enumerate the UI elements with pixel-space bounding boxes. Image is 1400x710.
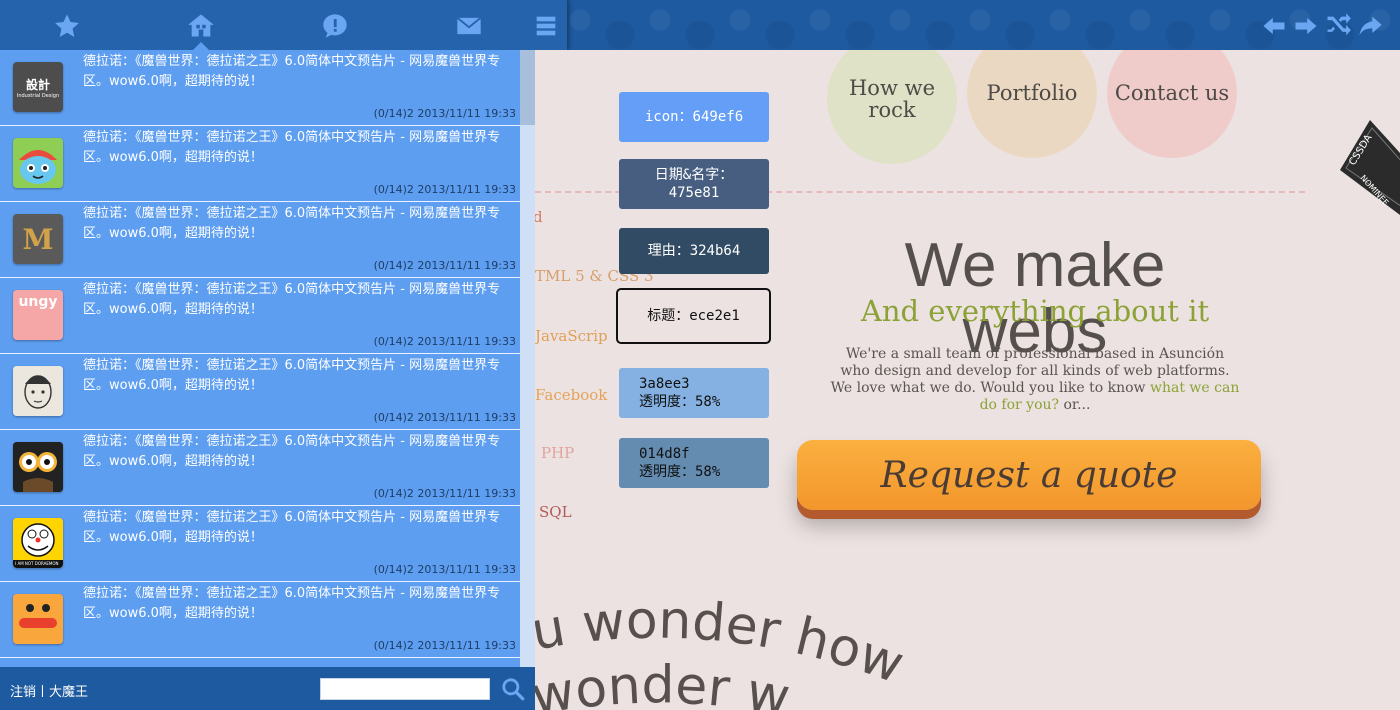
swatch-overlay-dark: 014d8f 透明度：58% [619,438,769,488]
swatch-title-color: 标题：ece2e1 [616,288,771,344]
message-list: 設計 Industrial Design 德拉诺：《魔兽世界：德拉诺之王》6.0… [0,50,520,658]
avatar-logo-letter: M [22,222,54,256]
avatar-logo-subtext: Industrial Design [16,92,60,99]
swatch-label: icon：649ef6 [644,109,744,125]
logout-user-label[interactable]: 注销丨大魔王 [10,681,88,700]
shuffle-icon[interactable] [1324,12,1352,40]
active-tab-pointer [193,42,209,50]
list-item-meta: (0/14)2 2013/11/11 19:33 [373,487,516,500]
message-list-panel: 設計 Industrial Design 德拉诺：《魔兽世界：德拉诺之王》6.0… [0,50,535,667]
alert-icon[interactable] [318,9,352,43]
swatch-label: 014d8f [639,446,690,462]
svg-text:wonder w: wonder w [535,656,794,710]
swatch-label: 标题：ece2e1 [647,308,740,324]
swatch-label: 理由：324b64 [647,243,741,259]
description-text-end: or... [1059,397,1091,413]
list-item-meta: (0/14)2 2013/11/11 19:33 [373,335,516,348]
skill-item: d [535,208,543,226]
list-item[interactable]: 設計 Industrial Design 德拉诺：《魔兽世界：德拉诺之王》6.0… [0,50,520,126]
list-item-text: 德拉诺：《魔兽世界：德拉诺之王》6.0简体中文预告片 - 网易魔兽世界专区。wo… [83,54,501,89]
mail-icon[interactable] [452,9,486,43]
list-item-meta: (0/14)2 2013/11/11 19:33 [373,563,516,576]
nav-label: How we rock [848,76,935,122]
nav-how-we-rock[interactable]: How we rock [827,50,957,164]
list-item[interactable]: 德拉诺：《魔兽世界：德拉诺之王》6.0简体中文预告片 - 网易魔兽世界专区。wo… [0,582,520,658]
nav-label: Contact us [1114,81,1230,105]
m-logo-avatar: M [13,214,63,264]
request-quote-button[interactable]: Request a quote [797,440,1261,510]
avatar-logo-text: ungy [18,294,58,310]
sketch-avatar [13,366,63,416]
swatch-overlay-light: 3a8ee3 透明度：58% [619,368,769,418]
menu-icon[interactable] [531,9,561,43]
home-icon[interactable] [184,9,218,43]
scrollbar-thumb[interactable] [520,50,535,125]
arrow-right-icon[interactable] [1292,12,1320,40]
list-item[interactable]: I AM NOT DORAEMON 德拉诺：《魔兽世界：德拉诺之王》6.0简体中… [0,506,520,582]
glasses-avatar [13,442,63,492]
curved-heading: u wonder how wonder w [535,590,911,710]
swatch-value: 透明度：58% [639,464,721,480]
skill-item: SQL [539,503,572,521]
list-item-text: 德拉诺：《魔兽世界：德拉诺之王》6.0简体中文预告片 - 网易魔兽世界专区。wo… [83,510,501,545]
list-item-text: 德拉诺：《魔兽世界：德拉诺之王》6.0简体中文预告片 - 网易魔兽世界专区。wo… [83,586,501,621]
swatch-label: 3a8ee3 [639,376,690,392]
list-item[interactable]: 德拉诺：《魔兽世界：德拉诺之王》6.0简体中文预告片 - 网易魔兽世界专区。wo… [0,126,520,202]
list-item-text: 德拉诺：《魔兽世界：德拉诺之王》6.0简体中文预告片 - 网易魔兽世界专区。wo… [83,434,501,469]
skill-item: PHP [541,444,575,462]
top-bar [0,0,1400,50]
list-item[interactable]: M 德拉诺：《魔兽世界：德拉诺之王》6.0简体中文预告片 - 网易魔兽世界专区。… [0,202,520,278]
swatch-icon-color: icon：649ef6 [619,92,769,142]
swatch-label: 日期&名字： [654,167,734,183]
search-input[interactable] [320,678,490,700]
page-tools [1256,12,1384,40]
pink-logo-avatar: ungy [13,290,63,340]
avatar-logo-text: I AM NOT DORAEMON [15,561,59,566]
list-item-meta: (0/14)2 2013/11/11 19:33 [373,107,516,120]
skill-item: Facebook [535,386,608,404]
list-item-meta: (0/14)2 2013/11/11 19:33 [373,639,516,652]
arrow-left-icon[interactable] [1260,12,1288,40]
list-item-meta: (0/14)2 2013/11/11 19:33 [373,183,516,196]
avatar-logo-text: 設計 [25,77,50,92]
hero-subtitle: And everything about it [860,294,1210,328]
nav-contact-us[interactable]: Contact us [1107,50,1237,158]
hero-description: We're a small team of professional based… [830,346,1240,414]
swatch-value: 475e81 [668,185,720,201]
list-item-meta: (0/14)2 2013/11/11 19:33 [373,411,516,424]
list-item-text: 德拉诺：《魔兽世界：德拉诺之王》6.0简体中文预告片 - 网易魔兽世界专区。wo… [83,358,501,393]
orange-face-avatar [13,594,63,644]
list-item-text: 德拉诺：《魔兽世界：德拉诺之王》6.0简体中文预告片 - 网易魔兽世界专区。wo… [83,206,501,241]
list-item-text: 德拉诺：《魔兽世界：德拉诺之王》6.0简体中文预告片 - 网易魔兽世界专区。wo… [83,282,501,317]
swatch-reason-color: 理由：324b64 [619,228,769,274]
swatch-date-name-color: 日期&名字： 475e81 [619,159,769,209]
curved-line-2: wonder w [535,656,794,710]
cartoon-avatar [13,138,63,188]
search-icon[interactable] [500,676,526,702]
skill-item: JavaScrip [535,327,608,345]
list-item-text: 德拉诺：《魔兽世界：德拉诺之王》6.0简体中文预告片 - 网易魔兽世界专区。wo… [83,130,501,165]
list-item[interactable]: 德拉诺：《魔兽世界：德拉诺之王》6.0简体中文预告片 - 网易魔兽世界专区。wo… [0,430,520,506]
swatch-value: 透明度：58% [639,394,721,410]
cssda-nominee-ribbon[interactable]: CSSDA NOMINEE [1340,120,1400,250]
design-logo-avatar: 設計 Industrial Design [13,62,63,112]
list-item[interactable]: 德拉诺：《魔兽世界：德拉诺之王》6.0简体中文预告片 - 网易魔兽世界专区。wo… [0,354,520,430]
nav-label: Portfolio [986,81,1078,105]
nav-portfolio[interactable]: Portfolio [967,50,1097,158]
bottom-bar: 注销丨大魔王 [0,667,535,710]
list-item[interactable]: ungy 德拉诺：《魔兽世界：德拉诺之王》6.0简体中文预告片 - 网易魔兽世界… [0,278,520,354]
doraemon-avatar: I AM NOT DORAEMON [13,518,63,568]
share-icon[interactable] [1356,12,1384,40]
list-item-meta: (0/14)2 2013/11/11 19:33 [373,259,516,272]
star-icon[interactable] [50,9,84,43]
scrollbar-track[interactable] [520,50,535,667]
